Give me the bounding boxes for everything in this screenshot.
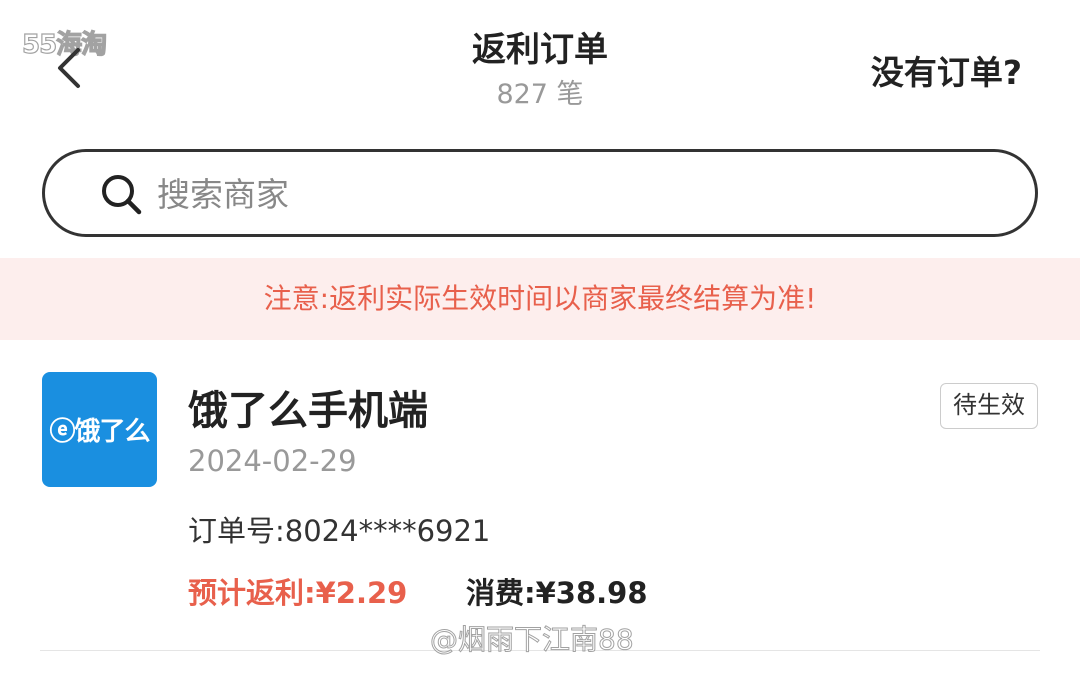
expected-rebate: 预计返利:¥2.29: [188, 576, 408, 610]
notice-banner: 注意:返利实际生效时间以商家最终结算为准!: [0, 258, 1080, 340]
order-card[interactable]: ⓔ饿了么 饿了么手机端 2024-02-29 订单号:8024****6921 …: [0, 340, 1080, 652]
search-icon: [102, 175, 142, 215]
order-date: 2024-02-29: [188, 444, 357, 478]
header: 55海淘 返利订单 827 笔 没有订单?: [0, 0, 1080, 130]
search-bar[interactable]: [42, 149, 1038, 237]
search-input[interactable]: [157, 166, 977, 222]
spend-amount: 消费:¥38.98: [466, 576, 648, 610]
order-number: 订单号:8024****6921: [188, 514, 491, 548]
watermark-username: @烟雨下江南88: [430, 623, 635, 657]
no-order-link[interactable]: 没有订单?: [871, 46, 1022, 94]
merchant-name: 饿了么手机端: [188, 388, 428, 434]
status-badge: 待生效: [940, 383, 1038, 429]
merchant-logo: ⓔ饿了么: [42, 372, 157, 487]
